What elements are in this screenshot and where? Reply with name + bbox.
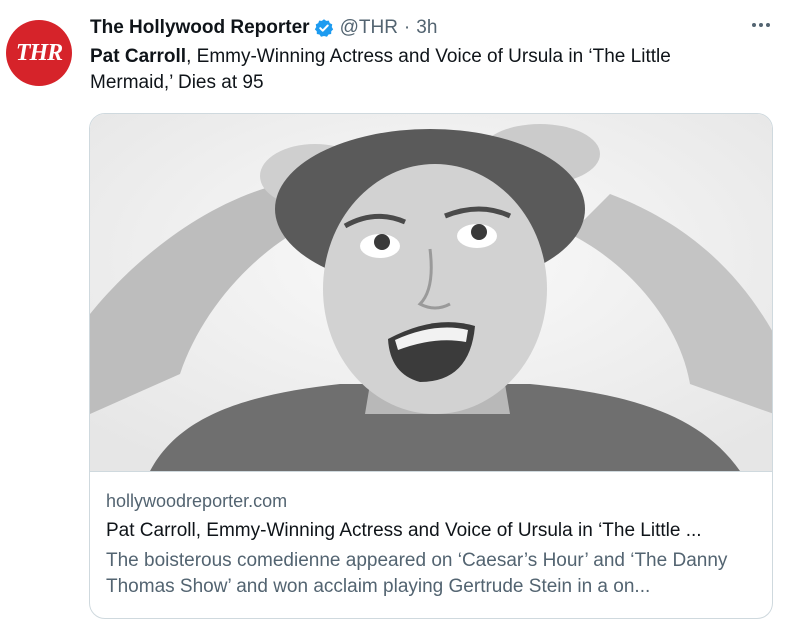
account-handle[interactable]: @THR (340, 17, 398, 39)
more-dot (752, 23, 756, 27)
avatar-logo-text: THR (15, 39, 63, 66)
card-domain: hollywoodreporter.com (106, 491, 288, 511)
card-body: hollywoodreporter.com Pat Carroll, Emmy-… (106, 488, 756, 600)
verified-badge-icon (314, 19, 333, 37)
card-image[interactable] (90, 114, 772, 472)
more-dot (759, 23, 763, 27)
more-dot (766, 23, 770, 27)
card-photo (90, 114, 772, 471)
tweet-timestamp[interactable]: 3h (416, 17, 437, 39)
tweet-text: Pat Carroll, Emmy-Winning Actress and Vo… (90, 44, 740, 96)
account-name[interactable]: The Hollywood Reporter (90, 17, 310, 39)
avatar[interactable]: THR (6, 20, 72, 86)
tweet-text-bold: Pat Carroll (90, 46, 187, 67)
card-description: The boisterous comedienne appeared on ‘C… (106, 550, 728, 597)
link-card[interactable]: hollywoodreporter.com Pat Carroll, Emmy-… (89, 113, 773, 619)
header-separator: · (403, 17, 411, 38)
card-title[interactable]: Pat Carroll, Emmy-Winning Actress and Vo… (106, 518, 756, 544)
tweet-header: The Hollywood Reporter @THR · 3h (90, 16, 760, 40)
more-options-icon[interactable] (748, 14, 774, 36)
